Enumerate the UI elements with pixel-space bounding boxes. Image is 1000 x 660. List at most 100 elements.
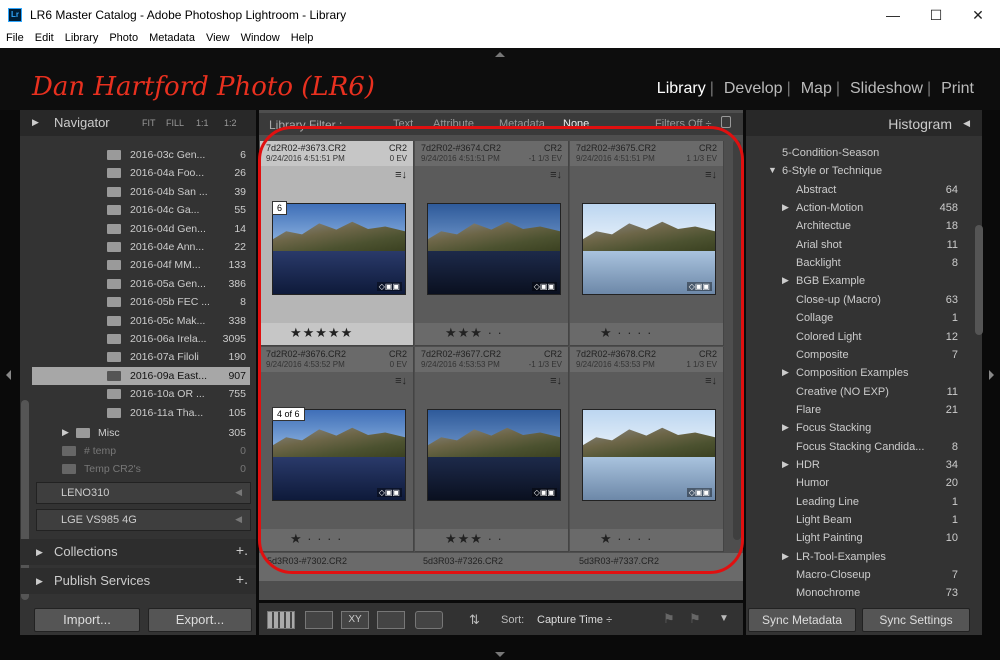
zoom-1-1[interactable]: 1:1: [196, 118, 209, 128]
disclosure-triangle-icon[interactable]: ▶: [782, 551, 789, 562]
keyword-row[interactable]: Focus Stacking Candida... 8: [770, 438, 970, 456]
keyword-row[interactable]: Abstract 64: [770, 181, 970, 199]
lock-icon[interactable]: [721, 116, 731, 128]
export-button[interactable]: Export...: [148, 608, 252, 632]
keyword-row[interactable]: 5-Condition-Season: [770, 144, 970, 162]
folder-row[interactable]: 2016-11a Tha... 105: [32, 404, 250, 422]
disclosure-triangle-icon[interactable]: ▼: [768, 165, 777, 175]
keyword-row[interactable]: Creative (NO EXP) 11: [770, 383, 970, 401]
keyword-row[interactable]: ▶ Composition Examples: [770, 364, 970, 382]
keyword-row[interactable]: Close-up (Macro) 63: [770, 291, 970, 309]
folder-row[interactable]: 2016-04a Foo... 26: [32, 164, 250, 182]
disclosure-triangle-icon[interactable]: ▶: [782, 422, 789, 433]
zoom-fit[interactable]: FIT: [142, 118, 156, 128]
compare-view-icon[interactable]: XY: [341, 611, 369, 629]
toolbar-menu-chevron-icon[interactable]: ▼: [719, 613, 729, 624]
navigator-header[interactable]: ▶ Navigator FIT FILL 1:1 1:2: [20, 110, 256, 136]
menu-edit[interactable]: Edit: [29, 30, 59, 44]
publish-services-header[interactable]: ▶ Publish Services +.: [20, 568, 256, 594]
menu-library[interactable]: Library: [59, 30, 104, 44]
sync-metadata-button[interactable]: Sync Metadata: [748, 608, 856, 632]
module-develop[interactable]: Develop: [724, 80, 783, 97]
folder-row[interactable]: 2016-04e Ann... 22: [32, 238, 250, 256]
left-panel-toggle-icon[interactable]: [6, 370, 11, 380]
folder-row[interactable]: 2016-07a Filoli 190: [32, 348, 250, 366]
collections-header[interactable]: ▶ Collections +.: [20, 539, 256, 565]
keyword-row[interactable]: Flare 21: [770, 401, 970, 419]
folder-row[interactable]: 2016-05a Gen... 386: [32, 275, 250, 293]
minimize-icon[interactable]: —: [883, 6, 903, 24]
sort-dropdown[interactable]: Capture Time ÷: [537, 614, 612, 626]
module-library[interactable]: Library: [657, 80, 706, 97]
keyword-row[interactable]: Arial shot 11: [770, 236, 970, 254]
keyword-row[interactable]: ▶ LR-Tool-Examples: [770, 548, 970, 566]
plus-icon[interactable]: +.: [236, 542, 248, 558]
grid-view-icon[interactable]: [267, 611, 295, 629]
menu-file[interactable]: File: [0, 30, 29, 44]
keyword-row[interactable]: Collage 1: [770, 309, 970, 327]
menu-metadata[interactable]: Metadata: [143, 30, 200, 44]
keyword-row[interactable]: Monochrome 73: [770, 584, 970, 602]
module-slideshow[interactable]: Slideshow: [850, 80, 923, 97]
zoom-fill[interactable]: FILL: [166, 118, 184, 128]
disclosure-triangle-icon[interactable]: ▶: [782, 367, 789, 378]
folder-row[interactable]: 2016-09a East... 907: [32, 366, 250, 385]
folder-row[interactable]: 2016-04d Gen... 14: [32, 220, 250, 238]
device-leno310[interactable]: LENO310 ◀: [36, 482, 251, 504]
maximize-icon[interactable]: ☐: [926, 6, 946, 24]
loupe-view-icon[interactable]: [305, 611, 333, 629]
disclosure-triangle-icon[interactable]: ▶: [62, 427, 69, 438]
folder-row[interactable]: 2016-05b FEC ... 8: [32, 293, 250, 311]
module-print[interactable]: Print: [941, 80, 974, 97]
menu-photo[interactable]: Photo: [103, 30, 143, 44]
menu-window[interactable]: Window: [235, 30, 285, 44]
keyword-row[interactable]: Light Beam 1: [770, 511, 970, 529]
menu-view[interactable]: View: [200, 30, 235, 44]
keyword-row[interactable]: ▶ Action-Motion 458: [770, 199, 970, 217]
keyword-row[interactable]: Composite 7: [770, 346, 970, 364]
flag-icon[interactable]: ⚑: [663, 611, 675, 627]
keyword-row[interactable]: Humor 20: [770, 474, 970, 492]
folder-row[interactable]: 2016-05c Mak... 338: [32, 312, 250, 330]
folder-row[interactable]: 2016-04c Ga... 55: [32, 201, 250, 219]
folder-row[interactable]: 2016-04b San ... 39: [32, 183, 250, 201]
histogram-header[interactable]: Histogram ◀: [746, 110, 982, 136]
device-lge-vs985[interactable]: LGE VS985 4G ◀: [36, 509, 251, 531]
folder-row[interactable]: 2016-10a OR ... 755: [32, 385, 250, 403]
disclosure-triangle-icon[interactable]: ▶: [782, 459, 789, 470]
disclosure-triangle-icon[interactable]: ▶: [782, 202, 789, 213]
keyword-row[interactable]: Backlight 8: [770, 254, 970, 272]
disclosure-triangle-icon[interactable]: ▶: [782, 275, 789, 286]
survey-view-icon[interactable]: [377, 611, 405, 629]
keyword-row[interactable]: Architectue 18: [770, 217, 970, 235]
import-button[interactable]: Import...: [34, 608, 140, 632]
keyword-row[interactable]: Light Painting 10: [770, 529, 970, 547]
right-panel-scrollbar[interactable]: [975, 225, 983, 335]
keyword-row[interactable]: ▶ HDR 34: [770, 456, 970, 474]
right-panel-toggle-icon[interactable]: [989, 370, 994, 380]
folder-misc[interactable]: ▶ Misc 305: [36, 424, 254, 442]
keyword-row[interactable]: ▶ BGB Example: [770, 272, 970, 290]
keyword-row[interactable]: ▶ Focus Stacking: [770, 419, 970, 437]
sync-settings-button[interactable]: Sync Settings: [862, 608, 970, 632]
people-view-icon[interactable]: [415, 611, 443, 629]
top-panel-toggle-icon[interactable]: [495, 52, 505, 57]
folder-temp[interactable]: # temp 0: [36, 442, 254, 460]
plus-icon[interactable]: +.: [236, 571, 248, 587]
keyword-row[interactable]: Colored Light 12: [770, 328, 970, 346]
module-map[interactable]: Map: [801, 80, 832, 97]
filmstrip-toggle-icon[interactable]: [495, 652, 505, 657]
folder-row[interactable]: 2016-06a Irela... 3095: [32, 330, 250, 348]
folder-row[interactable]: 2016-04f MM... 133: [32, 256, 250, 274]
close-icon[interactable]: ✕: [968, 6, 988, 24]
collapse-triangle-icon[interactable]: ◀: [963, 118, 970, 129]
folder-row[interactable]: 2016-03c Gen... 6: [32, 146, 250, 164]
keyword-row[interactable]: ▼ 6-Style or Technique: [768, 162, 970, 180]
sort-direction-icon[interactable]: ⇅: [469, 612, 480, 628]
keyword-row[interactable]: Leading Line 1: [770, 493, 970, 511]
folder-temp-cr2[interactable]: Temp CR2's 0: [36, 460, 254, 478]
reject-flag-icon[interactable]: ⚑: [689, 611, 701, 627]
keyword-row[interactable]: Macro-Closeup 7: [770, 566, 970, 584]
zoom-1-2[interactable]: 1:2: [224, 118, 237, 128]
menu-help[interactable]: Help: [285, 30, 319, 44]
